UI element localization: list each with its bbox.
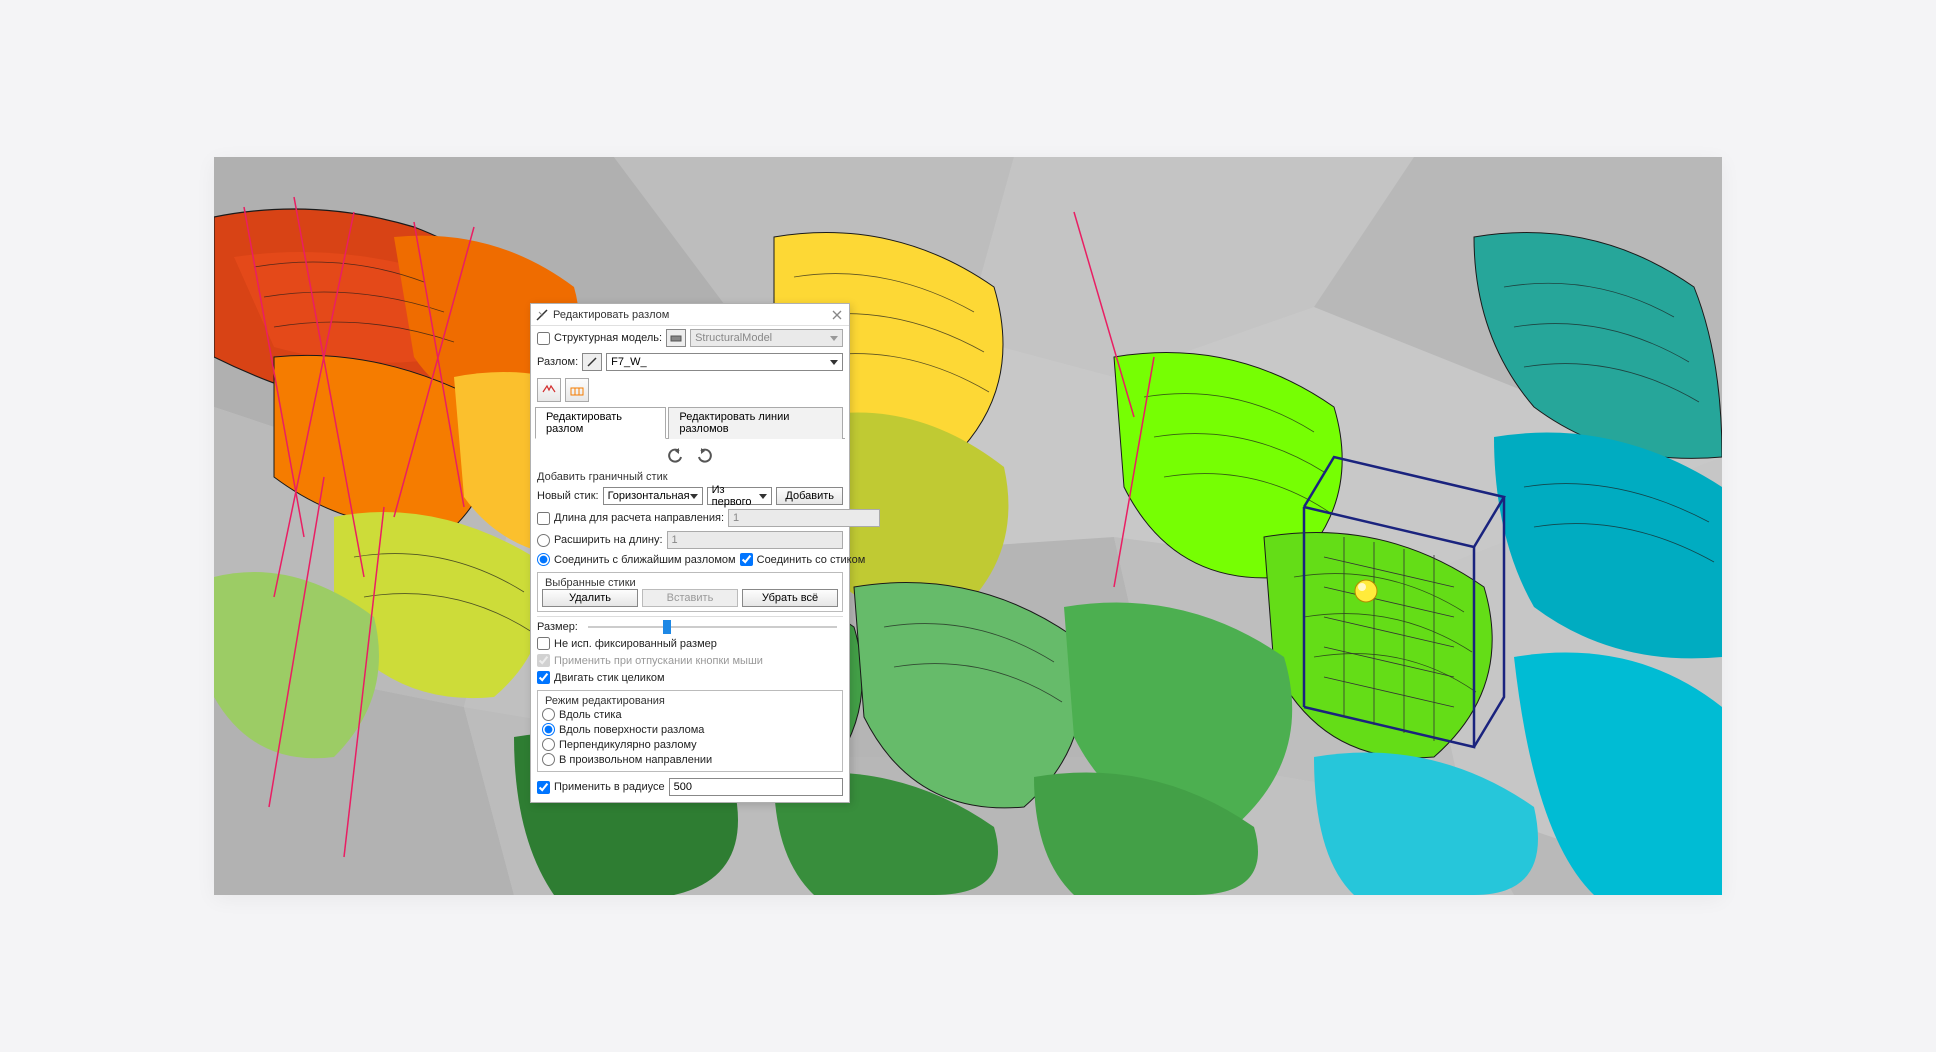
tab-edit-fault[interactable]: Редактировать разлом <box>535 407 666 439</box>
mode-arbitrary-row: В произвольном направлении <box>542 752 838 767</box>
apply-release-label: Применить при отпускании кнопки мыши <box>554 655 763 667</box>
edit-mode-fieldset: Режим редактирования Вдоль стика Вдоль п… <box>537 690 843 772</box>
redo-button[interactable] <box>695 447 713 465</box>
new-stick-label: Новый стик: <box>537 490 599 502</box>
length-calc-row: Длина для расчета направления: <box>537 507 843 529</box>
connect-stick-checkbox[interactable] <box>740 553 753 566</box>
mode-along-surface-radio[interactable] <box>542 723 555 736</box>
extend-label: Расширить на длину: <box>554 534 663 546</box>
move-whole-label: Двигать стик целиком <box>554 672 665 684</box>
selected-sticks-fieldset: Выбранные стики Удалить Вставить Убрать … <box>537 572 843 612</box>
add-button[interactable]: Добавить <box>776 487 843 505</box>
chevron-down-icon <box>759 494 767 499</box>
structural-model-value: StructuralModel <box>695 332 772 344</box>
undo-button[interactable] <box>667 447 685 465</box>
structural-model-checkbox[interactable] <box>537 332 550 345</box>
fault-value: F7_W_ <box>611 356 646 368</box>
apply-release-checkbox <box>537 654 550 667</box>
mode-perpendicular-row: Перпендикулярно разлому <box>542 737 838 752</box>
move-whole-row: Двигать стик целиком <box>537 669 843 686</box>
connect-row: Соединить с ближайшим разломом Соединить… <box>537 551 843 568</box>
separator <box>537 616 843 617</box>
add-boundary-stick-label: Добавить граничный стик <box>537 469 843 485</box>
wings-icon <box>541 382 557 398</box>
apply-radius-row: Применить в радиусе <box>537 776 843 798</box>
size-row: Размер: <box>537 619 843 635</box>
mode-perpendicular-label: Перпендикулярно разлому <box>559 739 697 751</box>
chevron-down-icon <box>690 494 698 499</box>
apply-radius-checkbox[interactable] <box>537 781 550 794</box>
tab-edit-lines[interactable]: Редактировать линии разломов <box>668 407 843 439</box>
dialog-toolbar <box>531 374 849 406</box>
from-value: Из первого <box>712 484 760 508</box>
orientation-value: Горизонтальная <box>608 490 690 502</box>
fault-icon <box>535 308 549 322</box>
apply-radius-label: Применить в радиусе <box>554 781 665 793</box>
no-fixed-size-label: Не исп. фиксированный размер <box>554 638 717 650</box>
dialog-tabs: Редактировать разлом Редактировать линии… <box>535 406 845 439</box>
dialog-titlebar[interactable]: Редактировать разлом <box>531 304 849 326</box>
grid-tool-icon <box>569 382 585 398</box>
tool-button-2[interactable] <box>565 378 589 402</box>
structural-model-row: Структурная модель: StructuralModel <box>531 326 849 350</box>
undo-redo-row <box>537 443 843 469</box>
apply-radius-input[interactable] <box>669 778 843 796</box>
length-calc-input[interactable] <box>728 509 880 527</box>
fault-row: Разлом: F7_W_ <box>531 350 849 374</box>
orientation-select[interactable]: Горизонтальная <box>603 487 703 505</box>
size-slider[interactable] <box>588 626 837 628</box>
extend-input[interactable] <box>667 531 843 549</box>
from-select[interactable]: Из первого <box>707 487 773 505</box>
no-fixed-size-checkbox[interactable] <box>537 637 550 650</box>
insert-button: Вставить <box>642 589 738 607</box>
fault-select[interactable]: F7_W_ <box>606 353 843 371</box>
connect-stick-label: Соединить со стиком <box>757 554 866 566</box>
edit-mode-legend: Режим редактирования <box>542 695 668 707</box>
remove-all-button[interactable]: Убрать всё <box>742 589 838 607</box>
mode-along-stick-label: Вдоль стика <box>559 709 622 721</box>
apply-release-row: Применить при отпускании кнопки мыши <box>537 652 843 669</box>
mode-along-surface-row: Вдоль поверхности разлома <box>542 722 838 737</box>
size-label: Размер: <box>537 621 578 633</box>
mode-along-surface-label: Вдоль поверхности разлома <box>559 724 704 736</box>
tab-panel: Добавить граничный стик Новый стик: Гори… <box>531 439 849 802</box>
extend-row: Расширить на длину: <box>537 529 843 551</box>
chevron-down-icon <box>830 336 838 341</box>
mode-arbitrary-label: В произвольном направлении <box>559 754 712 766</box>
new-stick-row: Новый стик: Горизонтальная Из первого До… <box>537 485 843 507</box>
connect-fault-radio[interactable] <box>537 553 550 566</box>
mode-along-stick-radio[interactable] <box>542 708 555 721</box>
delete-button[interactable]: Удалить <box>542 589 638 607</box>
selected-sticks-buttons: Удалить Вставить Убрать всё <box>542 589 838 607</box>
slider-thumb[interactable] <box>663 620 671 634</box>
structural-model-select[interactable]: StructuralModel <box>690 329 843 347</box>
edit-fault-dialog[interactable]: Редактировать разлом Структурная модель:… <box>530 303 850 803</box>
mode-along-stick-row: Вдоль стика <box>542 707 838 722</box>
tool-button-1[interactable] <box>537 378 561 402</box>
3d-viewport[interactable] <box>214 157 1722 895</box>
app-frame: Редактировать разлом Структурная модель:… <box>214 157 1722 895</box>
fault-label: Разлом: <box>537 356 578 368</box>
structural-model-label: Структурная модель: <box>554 332 662 344</box>
extend-radio[interactable] <box>537 534 550 547</box>
close-button[interactable] <box>829 307 845 323</box>
fixed-size-row: Не исп. фиксированный размер <box>537 635 843 652</box>
connect-fault-label: Соединить с ближайшим разломом <box>554 554 736 566</box>
mode-arbitrary-radio[interactable] <box>542 753 555 766</box>
move-whole-checkbox[interactable] <box>537 671 550 684</box>
close-icon <box>832 310 842 320</box>
selected-sticks-legend: Выбранные стики <box>542 577 639 589</box>
length-calc-checkbox[interactable] <box>537 512 550 525</box>
length-calc-label: Длина для расчета направления: <box>554 512 724 524</box>
fault-select-icon <box>582 353 602 371</box>
mode-perpendicular-radio[interactable] <box>542 738 555 751</box>
dialog-title: Редактировать разлом <box>553 309 829 321</box>
structural-model-icon <box>666 329 686 347</box>
chevron-down-icon <box>830 360 838 365</box>
